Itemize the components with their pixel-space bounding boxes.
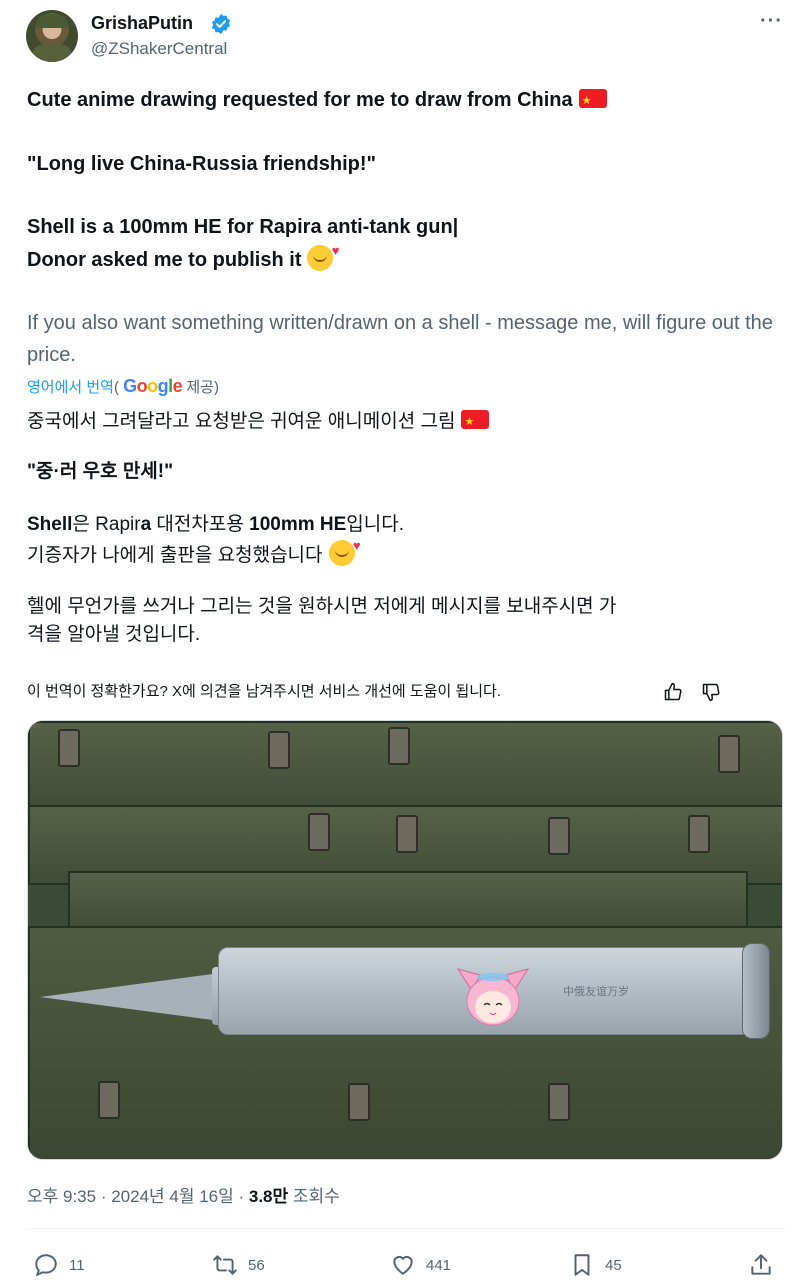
more-options-icon[interactable]: ··· xyxy=(760,10,783,33)
tweet-time[interactable]: 오후 9:35 xyxy=(27,1187,96,1206)
display-name[interactable]: GrishaPutin xyxy=(91,12,193,34)
bookmark-button[interactable]: 45 xyxy=(569,1252,622,1278)
tweet-line-3: Shell is a 100mm HE for Rapira anti-tank… xyxy=(27,216,459,238)
divider xyxy=(27,1228,785,1229)
google-logo-icon: Google xyxy=(123,376,183,396)
handle[interactable]: @ZShakerCentral xyxy=(91,38,227,60)
reply-icon xyxy=(35,1254,57,1277)
tweet-date[interactable]: 2024년 4월 16일 xyxy=(111,1187,234,1206)
bookmark-icon xyxy=(574,1254,590,1276)
translation-line-2: "중·러 우호 만세!" xyxy=(27,461,174,482)
ammo-crate xyxy=(68,871,748,931)
translation-line-1: 중국에서 그려달라고 요청받은 귀여운 애니메이션 그림 xyxy=(27,408,490,436)
tweet-line-5: If you also want something written/drawn… xyxy=(27,312,773,366)
thumbs-up-icon[interactable] xyxy=(662,682,684,702)
shell-base xyxy=(742,943,770,1039)
tweet-line-1: Cute anime drawing requested for me to d… xyxy=(27,86,607,115)
heart-icon xyxy=(393,1255,413,1275)
anime-girl-drawing xyxy=(456,968,530,1026)
china-flag-icon xyxy=(578,87,607,115)
tweet-line-2: "Long live China-Russia friendship!" xyxy=(27,153,376,175)
shell-nose xyxy=(40,973,220,1021)
translated-from-english-link[interactable]: 영어에서 번역 xyxy=(27,379,114,396)
china-flag-icon xyxy=(461,408,490,436)
share-icon xyxy=(751,1254,771,1275)
reply-button[interactable]: 11 xyxy=(33,1252,85,1278)
view-count: 3.8만 xyxy=(248,1187,289,1206)
translation-attribution: 영어에서 번역( Google 제공) xyxy=(27,376,219,396)
smiling-hearts-emoji-icon xyxy=(307,237,339,271)
verified-badge-icon xyxy=(211,13,231,35)
thumbs-down-icon[interactable] xyxy=(700,682,722,702)
translation-line-5: 헬에 무언가를 쓰거나 그리는 것을 원하시면 저에게 메시지를 보내주시면 가 xyxy=(27,596,617,617)
repost-button[interactable]: 56 xyxy=(212,1252,265,1278)
shell-inscription: 中俄友谊万岁 xyxy=(563,986,629,998)
avatar[interactable] xyxy=(26,10,78,62)
like-button[interactable]: 441 xyxy=(390,1252,451,1278)
translation-feedback: 이 번역이 정확한가요? X에 의견을 남겨주시면 서비스 개선에 도움이 됩니… xyxy=(27,683,502,700)
tweet-line-4: Donor asked me to publish it xyxy=(27,237,339,274)
tweet: GrishaPutin @ZShakerCentral ··· Cute ani… xyxy=(0,0,812,1288)
repost-icon xyxy=(213,1255,237,1275)
translation-line-4: 기증자가 나에게 출판을 요청했습니다 xyxy=(27,532,361,570)
translation-line-6: 격을 알아낼 것입니다. xyxy=(27,624,201,645)
share-button[interactable] xyxy=(748,1252,784,1278)
tweet-photo[interactable]: 中俄友谊万岁 xyxy=(27,720,783,1160)
translation-line-3: Shell은 Rapira 대전차포용 100mm HE입니다. xyxy=(27,514,405,535)
smiling-hearts-emoji-icon xyxy=(328,532,361,566)
tweet-metadata: 오후 9:35 · 2024년 4월 16일 · 3.8만 조회수 xyxy=(27,1187,340,1206)
